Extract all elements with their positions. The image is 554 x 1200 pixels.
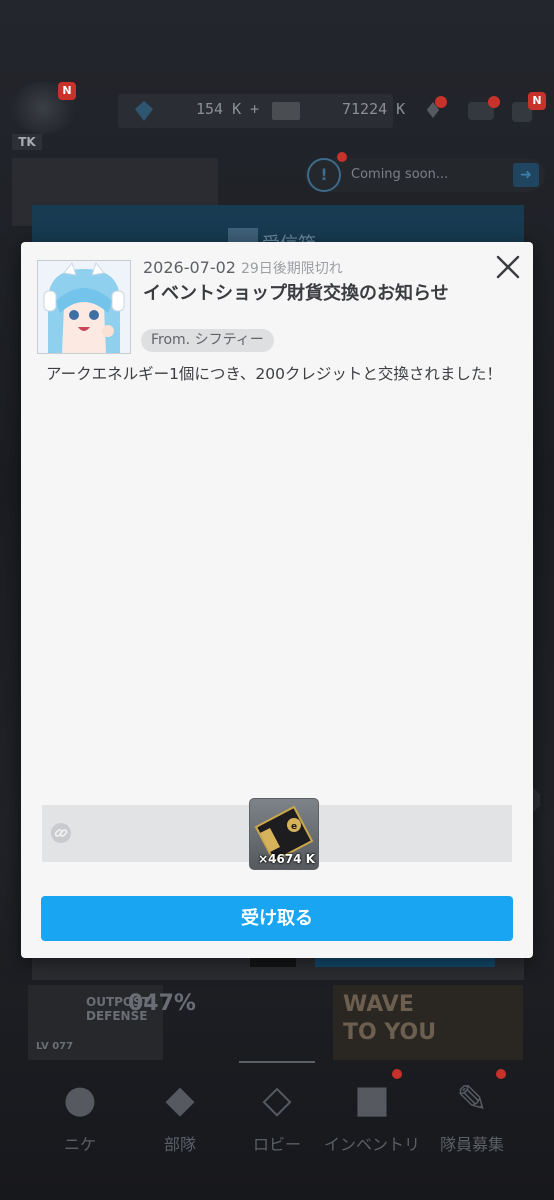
arrow-right-icon[interactable]: ➜ bbox=[513, 163, 539, 187]
recruit-icon: ✎ bbox=[456, 1077, 488, 1121]
outpost-defense-text: OUTPOST DEFENSE 047% LV 077 bbox=[28, 985, 196, 1060]
mail-body-text: アークエネルギー1個につき、200クレジットと交換されました！ bbox=[46, 365, 502, 383]
nav-item-inventory[interactable]: ■ インベントリ bbox=[322, 1065, 422, 1160]
nav-label-recruit: 隊員募集 bbox=[439, 1135, 504, 1154]
mail-detail-dialog: 2026-07-02 29日後期限切れ イベントショップ財貨交換のお知らせ Fro… bbox=[21, 242, 533, 958]
mail-dot bbox=[488, 96, 500, 108]
notification-dot bbox=[435, 96, 447, 108]
commander-tag: TK bbox=[12, 134, 42, 150]
close-button[interactable] bbox=[495, 254, 521, 280]
nikke-icon: ● bbox=[63, 1077, 97, 1121]
inventory-dot bbox=[392, 1069, 402, 1079]
mail-title: イベントショップ財貨交換のお知らせ bbox=[143, 283, 449, 304]
emblem-new-badge: N bbox=[58, 82, 76, 100]
nav-item-recruit[interactable]: ✎ 隊員募集 bbox=[422, 1065, 522, 1160]
gem-amount[interactable]: 154 K + bbox=[196, 100, 259, 118]
credit-icon bbox=[272, 102, 300, 120]
mail-date-line: 2026-07-02 29日後期限切れ bbox=[143, 258, 343, 278]
menu-new-badge: N bbox=[528, 92, 546, 110]
nav-label-nikke: ニケ bbox=[63, 1135, 96, 1154]
nav-active-indicator bbox=[239, 1061, 315, 1063]
link-icon bbox=[51, 823, 71, 843]
nav-label-squad: 部隊 bbox=[163, 1135, 196, 1154]
attachment-count: ×4674 K bbox=[258, 852, 315, 866]
receive-button[interactable]: 受け取る bbox=[41, 896, 513, 941]
lobby-icon: ◇ bbox=[262, 1077, 292, 1121]
nav-item-nikke[interactable]: ● ニケ bbox=[30, 1065, 130, 1160]
info-icon: ! bbox=[307, 158, 341, 192]
mail-expiry: 29日後期限切れ bbox=[240, 261, 343, 277]
nav-item-lobby[interactable]: ◇ ロビー bbox=[227, 1061, 327, 1160]
sender-avatar bbox=[37, 260, 131, 354]
wave-line1: WAVE bbox=[343, 992, 414, 1017]
sender-badge: From. シフティー bbox=[141, 329, 274, 352]
outpost-percent: 047% bbox=[128, 991, 196, 1016]
bottom-navigation: ● ニケ ◆ 部隊 ◇ ロビー ■ インベントリ ✎ 隊員募集 bbox=[0, 1061, 554, 1160]
nav-label-lobby: ロビー bbox=[252, 1135, 301, 1154]
outpost-level: LV 077 bbox=[36, 1041, 74, 1052]
wave-to-you-banner[interactable]: WAVE TO YOU bbox=[333, 985, 523, 1060]
close-icon bbox=[496, 255, 520, 279]
nav-label-inventory: インベントリ bbox=[323, 1135, 420, 1154]
credit-amount: 71224 K bbox=[342, 100, 406, 118]
coming-soon-dot bbox=[337, 152, 347, 162]
wave-line2: TO YOU bbox=[343, 1020, 437, 1045]
inventory-icon: ■ bbox=[354, 1077, 390, 1121]
shifty-avatar-icon bbox=[38, 261, 130, 353]
nav-item-squad[interactable]: ◆ 部隊 bbox=[130, 1065, 230, 1160]
attachment-item-credit[interactable]: e ×4674 K bbox=[249, 798, 319, 870]
recruit-dot bbox=[496, 1069, 506, 1079]
squad-icon: ◆ bbox=[165, 1077, 195, 1121]
mail-date: 2026-07-02 bbox=[143, 258, 236, 277]
chain-link-glyph bbox=[54, 829, 68, 837]
coming-soon-bar[interactable]: Coming soon... bbox=[305, 158, 545, 192]
svg-text:e: e bbox=[291, 822, 297, 832]
